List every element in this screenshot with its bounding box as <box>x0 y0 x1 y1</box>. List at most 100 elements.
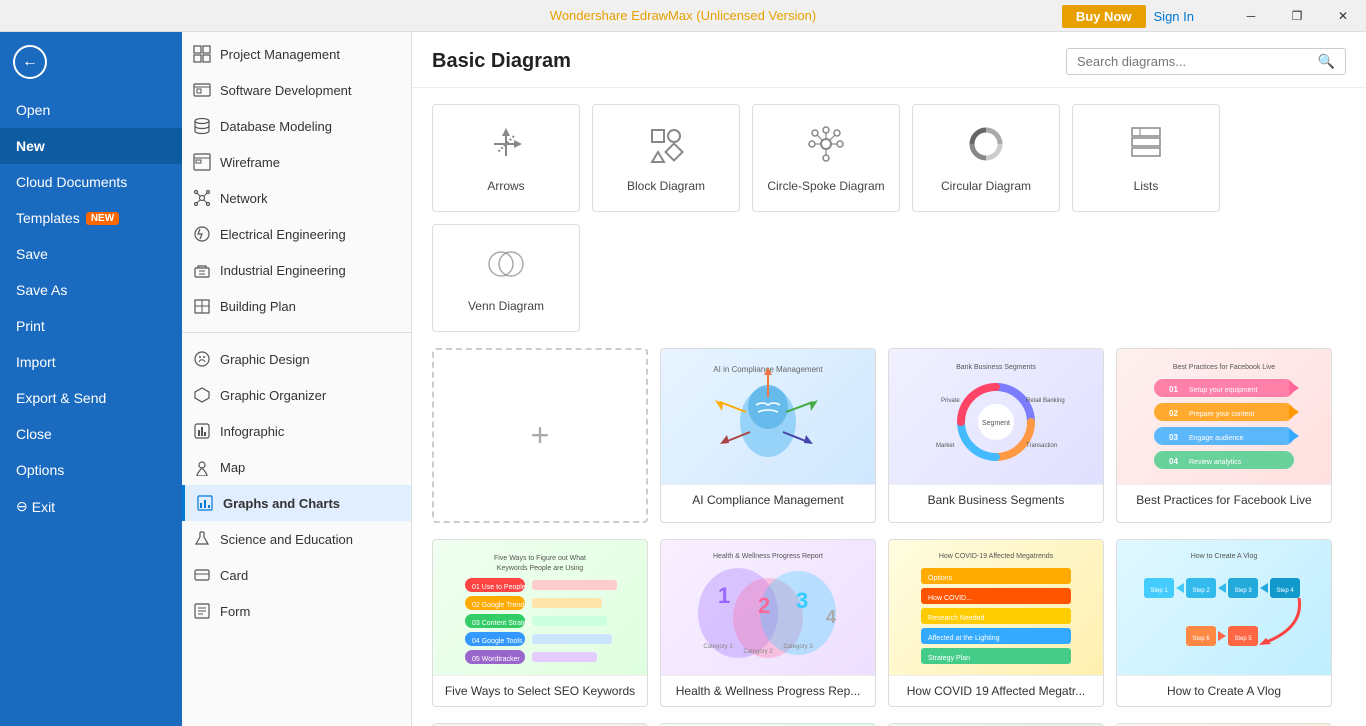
mid-item-label: Graphic Design <box>220 352 310 367</box>
mid-item-industrial[interactable]: Industrial Engineering <box>182 252 411 288</box>
left-sidebar: ← Open New Cloud Documents Templates NEW… <box>0 32 182 726</box>
sidebar-item-export[interactable]: Export & Send <box>0 380 182 416</box>
icon-card-label: Arrows <box>487 179 524 193</box>
mid-item-form[interactable]: Form <box>182 593 411 629</box>
mid-item-label: Building Plan <box>220 299 296 314</box>
network-icon <box>192 188 212 208</box>
svg-text:Step 6: Step 6 <box>1192 636 1210 642</box>
mid-item-science-edu[interactable]: Science and Education <box>182 521 411 557</box>
titlebar: Wondershare EdrawMax (Unlicensed Version… <box>0 0 1366 32</box>
graphs-charts-icon <box>195 493 215 513</box>
sidebar-item-templates[interactable]: Templates NEW <box>0 200 182 236</box>
graphic-organizer-icon <box>192 385 212 405</box>
svg-text:04: 04 <box>1169 457 1178 466</box>
mid-item-label: Map <box>220 460 245 475</box>
wireframe-icon <box>192 152 212 172</box>
close-button[interactable]: ✕ <box>1320 0 1366 32</box>
svg-text:How COVID...: How COVID... <box>928 595 972 602</box>
search-input[interactable] <box>1077 54 1318 69</box>
template-card-ai-compliance[interactable]: AI in Compliance Management <box>660 348 876 523</box>
sidebar-item-options[interactable]: Options <box>0 452 182 488</box>
mid-item-label: Wireframe <box>220 155 280 170</box>
mid-item-project-mgmt[interactable]: Project Management <box>182 36 411 72</box>
search-icon: 🔍 <box>1318 53 1335 70</box>
icon-cards-grid: Arrows Block Diagram <box>412 88 1366 348</box>
mid-item-software-dev[interactable]: Software Development <box>182 72 411 108</box>
template-card-img: How COVID-19 Affected Megatrends Options… <box>889 540 1103 675</box>
sidebar-item-save-as[interactable]: Save As <box>0 272 182 308</box>
mid-item-label: Project Management <box>220 47 340 62</box>
templates-badge: NEW <box>86 212 119 225</box>
map-icon <box>192 457 212 477</box>
mid-sidebar: Project Management Software Development … <box>182 32 412 726</box>
svg-text:02 Google Trends: 02 Google Trends <box>472 602 528 609</box>
template-card-img: Health & Wellness Progress Report 1 2 3 … <box>661 540 875 675</box>
content-area: Basic Diagram 🔍 Arrows <box>412 32 1366 726</box>
lists-diagram-icon <box>1126 124 1166 171</box>
template-card-label: AI Compliance Management <box>661 484 875 515</box>
template-card-covid[interactable]: How COVID-19 Affected Megatrends Options… <box>888 539 1104 707</box>
sidebar-item-import[interactable]: Import <box>0 344 182 380</box>
svg-text:02: 02 <box>1169 409 1178 418</box>
template-card-img: How to Create A Vlog Step 1 Step 2 Step … <box>1117 540 1331 675</box>
icon-card-circle-spoke[interactable]: Circle-Spoke Diagram <box>752 104 900 212</box>
template-card-bank[interactable]: Bank Business Segments Segment Retail Ba… <box>888 348 1104 523</box>
svg-text:Affected at the Lighting: Affected at the Lighting <box>928 635 1000 642</box>
database-icon <box>192 116 212 136</box>
icon-card-venn[interactable]: Venn Diagram <box>432 224 580 332</box>
mid-item-infographic[interactable]: Infographic <box>182 413 411 449</box>
back-button[interactable]: ← <box>8 40 52 84</box>
icon-card-block[interactable]: Block Diagram <box>592 104 740 212</box>
icon-card-lists[interactable]: Lists <box>1072 104 1220 212</box>
template-card-health[interactable]: Health & Wellness Progress Report 1 2 3 … <box>660 539 876 707</box>
minimize-button[interactable]: ─ <box>1228 0 1274 32</box>
buy-now-button[interactable]: Buy Now <box>1062 5 1146 28</box>
template-card-img: AI in Compliance Management <box>661 349 875 484</box>
sidebar-item-cloud[interactable]: Cloud Documents <box>0 164 182 200</box>
main-layout: ← Open New Cloud Documents Templates NEW… <box>0 32 1366 726</box>
mid-item-label: Science and Education <box>220 532 353 547</box>
mid-item-map[interactable]: Map <box>182 449 411 485</box>
svg-text:3: 3 <box>796 588 808 613</box>
sidebar-item-close[interactable]: Close <box>0 416 182 452</box>
icon-card-arrows[interactable]: Arrows <box>432 104 580 212</box>
infographic-icon <box>192 421 212 441</box>
sidebar-item-open[interactable]: Open <box>0 92 182 128</box>
window-controls: ─ ❐ ✕ <box>1228 0 1366 32</box>
svg-text:Research Needed: Research Needed <box>928 615 985 622</box>
sign-in-link[interactable]: Sign In <box>1154 9 1194 24</box>
mid-item-card[interactable]: Card <box>182 557 411 593</box>
content-header: Basic Diagram 🔍 <box>412 32 1366 88</box>
arrows-diagram-icon <box>486 124 526 171</box>
restore-button[interactable]: ❐ <box>1274 0 1320 32</box>
sidebar-item-save[interactable]: Save <box>0 236 182 272</box>
mid-item-network[interactable]: Network <box>182 180 411 216</box>
mid-item-building[interactable]: Building Plan <box>182 288 411 324</box>
svg-text:Category 2: Category 2 <box>743 649 773 655</box>
mid-item-database[interactable]: Database Modeling <box>182 108 411 144</box>
mid-item-label: Database Modeling <box>220 119 332 134</box>
sidebar-item-exit[interactable]: ⊖ Exit <box>0 488 182 525</box>
sidebar-item-print[interactable]: Print <box>0 308 182 344</box>
icon-card-circular[interactable]: Circular Diagram <box>912 104 1060 212</box>
search-box[interactable]: 🔍 <box>1066 48 1346 75</box>
mid-item-graphic-organizer[interactable]: Graphic Organizer <box>182 377 411 413</box>
mid-item-graphs-charts[interactable]: Graphs and Charts <box>182 485 411 521</box>
template-card-seo[interactable]: Five Ways to Figure out What Keywords Pe… <box>432 539 648 707</box>
svg-text:How to Create A Vlog: How to Create A Vlog <box>1191 553 1258 560</box>
sidebar-item-new[interactable]: New <box>0 128 182 164</box>
mid-item-electrical[interactable]: Electrical Engineering <box>182 216 411 252</box>
mid-item-wireframe[interactable]: Wireframe <box>182 144 411 180</box>
template-card-fb-live[interactable]: Best Practices for Facebook Live 01 Setu… <box>1116 348 1332 523</box>
mid-item-graphic-design[interactable]: Graphic Design <box>182 341 411 377</box>
new-template-card[interactable]: + <box>432 348 648 523</box>
svg-text:03: 03 <box>1169 433 1178 442</box>
back-circle-icon: ← <box>13 45 47 79</box>
svg-text:Step 1: Step 1 <box>1150 588 1168 594</box>
mid-sidebar-separator <box>182 332 411 333</box>
circle-spoke-icon <box>806 124 846 171</box>
svg-text:Transaction: Transaction <box>1026 443 1057 449</box>
template-card-label: Five Ways to Select SEO Keywords <box>433 675 647 706</box>
venn-diagram-icon <box>486 244 526 291</box>
template-card-vlog[interactable]: How to Create A Vlog Step 1 Step 2 Step … <box>1116 539 1332 707</box>
